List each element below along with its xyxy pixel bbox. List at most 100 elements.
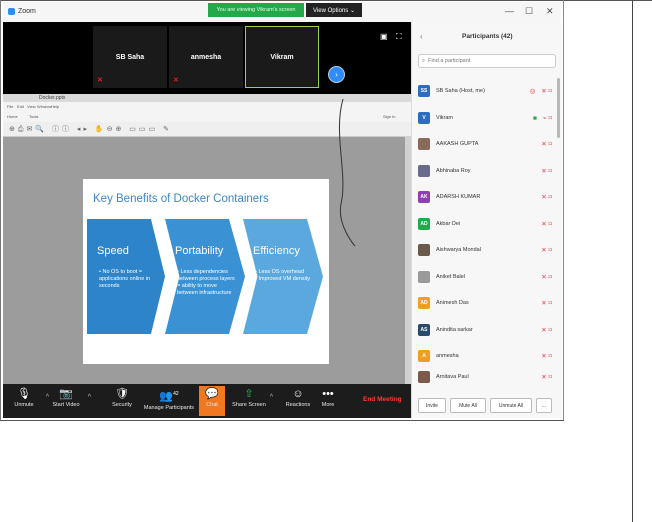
avatar: A [418, 350, 430, 363]
reactions-button[interactable]: ☺ Reactions [279, 386, 317, 416]
view-options-button[interactable]: View Options ⌄ [306, 3, 362, 17]
layout-icon[interactable]: ▣ [380, 32, 388, 41]
participant-row[interactable]: AD Animesh Das ✕⌑ [412, 290, 562, 317]
frame-left-border [0, 0, 1, 421]
mic-video-muted-icons: ✕⌑ [541, 220, 554, 228]
viewing-screen-banner: You are viewing Vikram's screen [208, 3, 304, 17]
zoom-logo-icon [8, 8, 15, 15]
invite-button[interactable]: Invite [418, 398, 446, 413]
tab-file[interactable]: Docker.pptx [39, 95, 65, 101]
ribbon-tab-home[interactable]: Home [7, 114, 18, 119]
mic-video-muted-icons: ✕⌑ [541, 353, 554, 361]
zoom-window: Zoom You are viewing Vikram's screen Vie… [3, 2, 562, 418]
more-button[interactable]: ••• More [313, 386, 343, 416]
frame-inner-border [563, 0, 564, 421]
mute-all-button[interactable]: Mute All [450, 398, 486, 413]
share-screen-icon: ⇧ [244, 388, 254, 400]
minimize-icon[interactable]: — [505, 6, 514, 16]
fullscreen-icon[interactable]: ⛶ [396, 32, 402, 42]
chevron-up-icon[interactable]: ^ [270, 394, 273, 401]
participants-footer: Invite Mute All Unmute All ... [412, 394, 562, 416]
security-label: Security [112, 402, 132, 408]
avatar [418, 244, 430, 257]
benefit-heading: Speed [97, 245, 129, 257]
benefit-efficiency: Efficiency • Less OS overhead • Improved … [243, 219, 323, 334]
video-thumbnail-strip: SB Saha ✕ anmesha ✕ Vikram › ▣ ⛶ [3, 22, 411, 94]
share-screen-button[interactable]: ⇧ Share Screen ^ [231, 386, 273, 416]
viewer-tool-icons[interactable]: ⊕⎙✉🔍 ⓘⓘ ◂▸ ✋⊖⊕ ▭▭▭ ✎ [9, 124, 172, 134]
avatar [418, 164, 430, 177]
frame-right-border [632, 0, 633, 522]
end-meeting-button[interactable]: End Meeting [363, 396, 402, 403]
presentation-slide: Key Benefits of Docker Containers Speed … [83, 179, 329, 364]
security-button[interactable]: 🛡 Security [103, 386, 141, 416]
participant-name: ADARSH KUMAR [436, 194, 481, 201]
chevron-up-icon[interactable]: ^ [88, 394, 91, 401]
avatar: AD [418, 297, 430, 310]
manage-participants-label: Manage Participants [143, 404, 195, 411]
participant-row[interactable]: AS Anindita sarkar ✕⌑ [412, 317, 562, 344]
participants-icon: 👥42 [159, 390, 179, 403]
participant-row[interactable]: V Vikram ■ ⌁⌑ [412, 105, 562, 132]
menu-item-edit[interactable]: Edit [17, 104, 24, 109]
avatar [418, 270, 430, 283]
reactions-label: Reactions [285, 402, 311, 408]
mic-video-muted-icons: ✕⌑ [541, 373, 554, 381]
benefit-heading: Efficiency [253, 245, 300, 257]
mic-video-muted-icons: ✕⌑ [541, 273, 554, 281]
participants-count: 42 [173, 391, 179, 397]
reactions-icon: ☺ [292, 388, 304, 400]
frame-bottom-border [0, 420, 564, 421]
avatar: V [418, 111, 430, 124]
benefit-portability: Portability • Less dependencies between … [165, 219, 245, 334]
menu-item-file[interactable]: File [7, 104, 13, 109]
manage-participants-button[interactable]: 👥42 Manage Participants [143, 386, 195, 416]
mic-muted-icon: ✕ [97, 77, 103, 84]
participant-name: Anindita sarkar [436, 326, 473, 333]
unmute-all-button[interactable]: Unmute All [490, 398, 532, 413]
maximize-icon[interactable]: ☐ [525, 6, 533, 17]
tile-name: anmesha [190, 53, 222, 61]
mic-video-muted-icons: ✕⌑ [541, 300, 554, 308]
find-participant-input[interactable]: ⌕ Find a participant [418, 54, 556, 68]
menu-item-view[interactable]: View [27, 104, 36, 109]
tile-name: SB Saha [115, 53, 145, 61]
app-title: Zoom [8, 8, 36, 15]
mic-muted-icon: ✕ [173, 77, 179, 84]
ribbon-tab-tools[interactable]: Tools [29, 114, 38, 119]
participant-name: SB Saha (Host, me) [436, 88, 485, 95]
benefit-heading: Portability [175, 245, 224, 257]
chat-button[interactable]: 💬 Chat [199, 386, 225, 416]
video-tile[interactable]: anmesha ✕ [169, 26, 243, 88]
video-tile-active[interactable]: Vikram [245, 26, 319, 88]
more-label: More [321, 402, 335, 408]
participants-list: SS SB Saha (Host, me) ◎ ✕⌑ V Vikram ■ ⌁⌑ AAK… [412, 78, 562, 384]
sign-in-link[interactable]: Sign In [383, 114, 395, 119]
participant-row[interactable]: AD Akbar Dei ✕⌑ [412, 211, 562, 238]
next-page-button[interactable]: › [328, 66, 345, 83]
video-tile[interactable]: SB Saha ✕ [93, 26, 167, 88]
participant-row[interactable]: Aishwarya Mondal ✕⌑ [412, 237, 562, 264]
menu-item-help[interactable]: Help [51, 104, 59, 109]
participant-row[interactable]: AAKASH GUPTA ✕⌑ [412, 131, 562, 158]
participant-row[interactable]: Abhinaba Roy ✕⌑ [412, 158, 562, 185]
menu-item-window[interactable]: Window [37, 104, 51, 109]
chevron-left-icon[interactable]: ‹ [420, 32, 423, 41]
shared-screen: Docker.pptx File Edit View Window Help H… [3, 94, 411, 384]
participant-row[interactable]: Aniket Balel ✕⌑ [412, 264, 562, 291]
mic-video-muted-icons: ✕⌑ [541, 141, 554, 149]
close-icon[interactable]: ✕ [546, 6, 554, 17]
chat-icon: 💬 [205, 388, 219, 400]
participant-row[interactable]: AK ADARSH KUMAR ✕⌑ [412, 184, 562, 211]
microphone-icon: 🎙 [17, 388, 31, 400]
start-video-button[interactable]: 📷 Start Video ^ [47, 386, 91, 416]
more-options-button[interactable]: ... [536, 398, 552, 413]
participant-row[interactable]: Arnitava Paul ✕⌑ [412, 370, 562, 384]
participant-row[interactable]: Aanmesha ✕⌑ [412, 343, 562, 370]
more-icon: ••• [322, 388, 334, 400]
avatar: AD [418, 217, 430, 230]
unmute-button[interactable]: 🎙 Unmute ^ [5, 386, 49, 416]
benefit-bullet: • Less dependencies between process laye… [177, 269, 235, 296]
benefit-speed: Speed • No OS to boot = applications onl… [87, 219, 165, 334]
participant-row[interactable]: SS SB Saha (Host, me) ◎ ✕⌑ [412, 78, 562, 105]
